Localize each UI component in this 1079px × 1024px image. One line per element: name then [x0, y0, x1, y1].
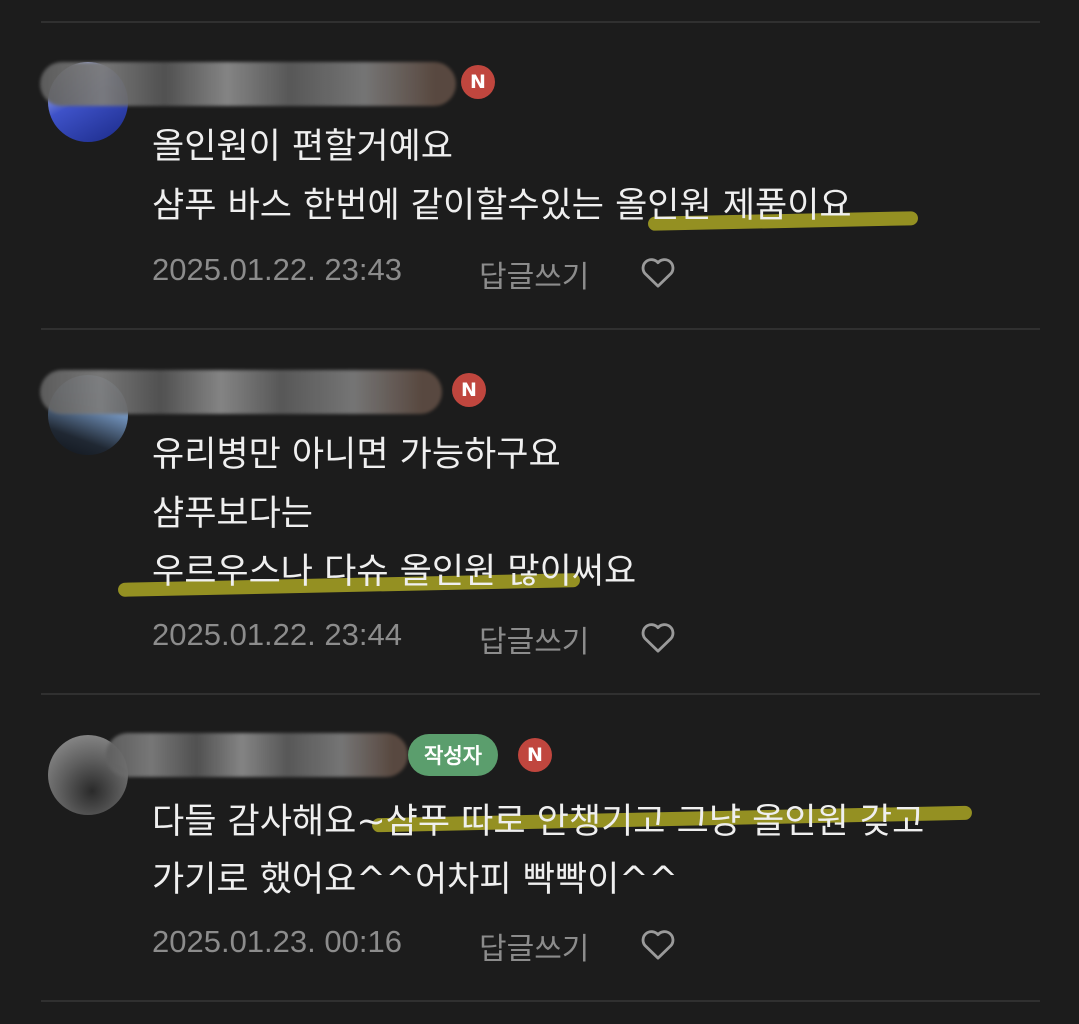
comment-text-line: 다들 감사해요~샴푸 따로 안챙기고 그냥 올인원 갖고	[152, 802, 925, 842]
new-badge: N	[518, 738, 552, 772]
username-blurred[interactable]	[106, 733, 408, 777]
comment-text-line: 우르우스나 다슈 올인원 많이써요	[152, 552, 637, 592]
comment-text-line: 샴푸 바스 한번에 같이할수있는 올인원 제품이요	[152, 186, 852, 226]
heart-outline-icon[interactable]	[638, 924, 678, 964]
reply-button[interactable]: 답글쓰기	[479, 924, 589, 968]
author-badge: 작성자	[408, 734, 498, 776]
divider	[41, 1000, 1040, 1002]
comment-text-line: 유리병만 아니면 가능하구요	[152, 435, 561, 475]
comment-text-line: 가기로 했어요^^어차피 빡빡이^^	[152, 860, 678, 900]
comment-timestamp: 2025.01.23. 00:16	[152, 924, 402, 959]
comment-text-line: 샴푸보다는	[152, 494, 314, 534]
comment-text-line: 올인원이 편할거예요	[152, 127, 453, 167]
